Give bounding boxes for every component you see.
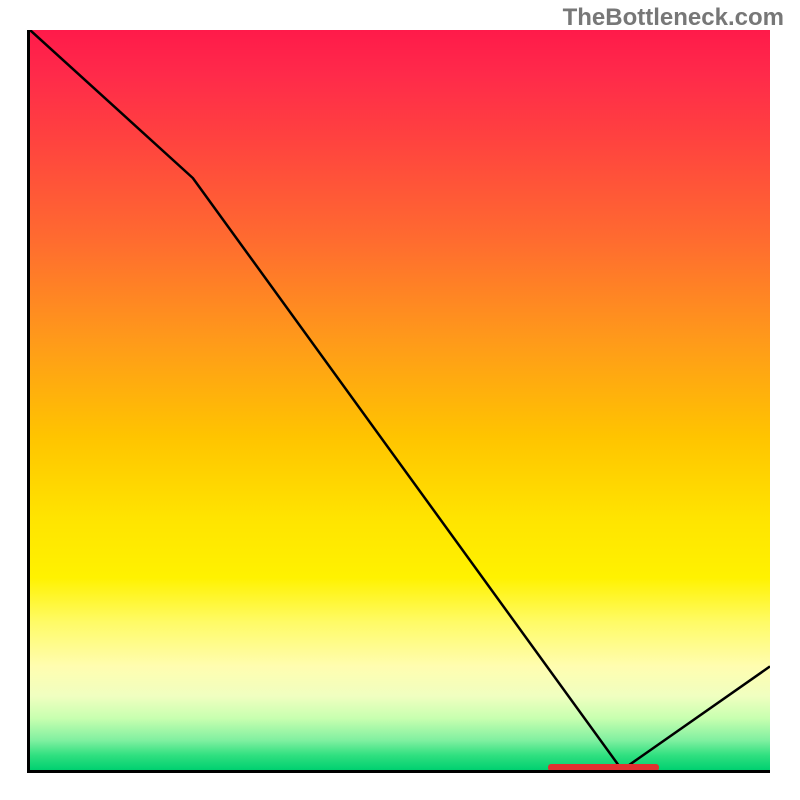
bottleneck-curve bbox=[30, 30, 770, 770]
chart-container: TheBottleneck.com bbox=[0, 0, 800, 800]
y-axis bbox=[27, 30, 30, 773]
plot-area bbox=[30, 30, 770, 770]
x-axis bbox=[30, 770, 770, 773]
watermark-text: TheBottleneck.com bbox=[563, 4, 784, 32]
line-chart-svg bbox=[30, 30, 770, 770]
